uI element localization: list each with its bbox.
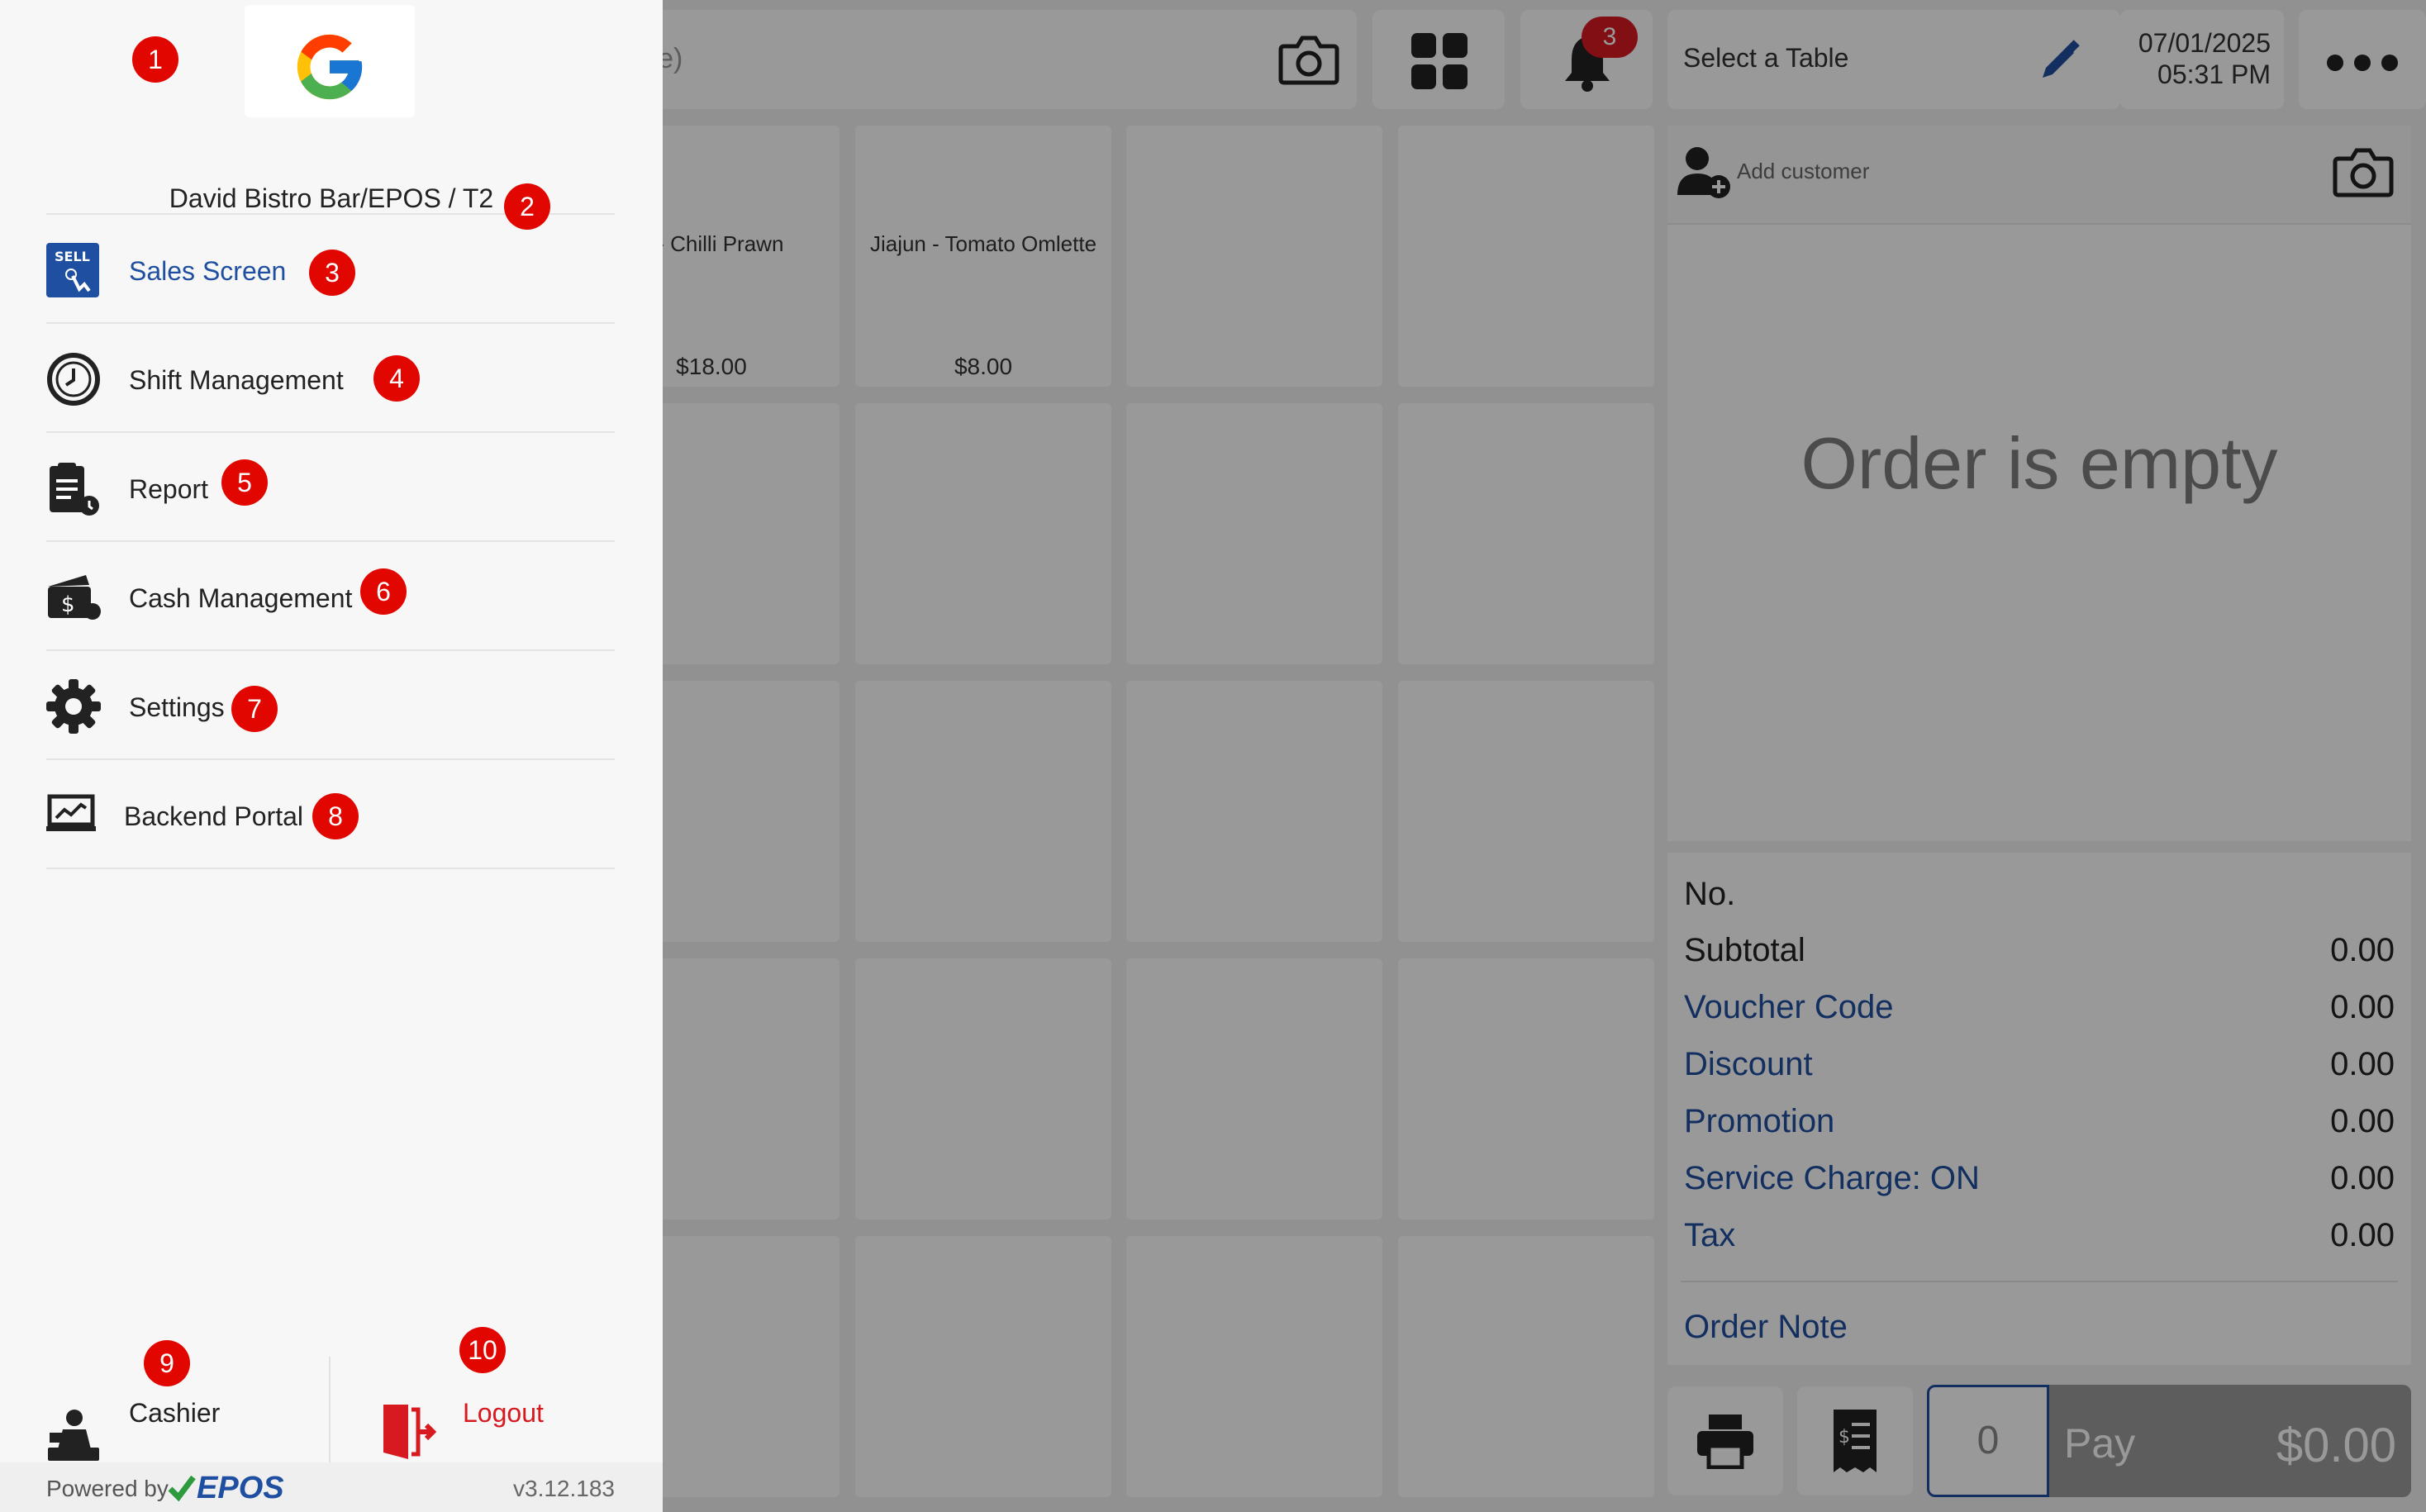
drawer-footer xyxy=(0,1347,663,1462)
logout-icon xyxy=(383,1405,437,1459)
menu-label: Report xyxy=(129,474,209,504)
cashier-icon xyxy=(48,1410,99,1461)
menu-item-cash-management[interactable]: $ Cash Management xyxy=(46,544,615,651)
menu-label: Shift Management xyxy=(129,365,344,395)
menu-item-settings[interactable]: Settings xyxy=(46,653,615,760)
svg-text:$: $ xyxy=(61,592,75,617)
menu-item-report[interactable]: Report xyxy=(46,435,615,542)
epos-check-icon xyxy=(168,1475,196,1502)
menu-label: Settings xyxy=(129,692,225,722)
menu-label: Cash Management xyxy=(129,583,353,613)
annotation-marker: 9 xyxy=(144,1340,190,1386)
annotation-marker: 7 xyxy=(231,686,278,732)
menu-label: Sales Screen xyxy=(129,256,287,286)
annotation-marker: 8 xyxy=(312,793,359,839)
report-icon xyxy=(50,463,99,516)
svg-text:SELL: SELL xyxy=(55,249,90,264)
gear-icon xyxy=(46,679,101,734)
store-logo xyxy=(245,5,415,117)
powered-by-bar: Powered by EPOS v3.12.183 xyxy=(0,1462,663,1512)
menu-item-shift-management[interactable]: Shift Management xyxy=(46,326,615,433)
annotation-marker: 3 xyxy=(309,250,355,296)
annotation-marker: 2 xyxy=(504,183,550,230)
annotation-marker: 6 xyxy=(360,568,407,615)
store-name: David Bistro Bar/EPOS / T2 xyxy=(169,183,494,213)
brand-logo: EPOS xyxy=(197,1471,284,1505)
monitor-chart-icon xyxy=(46,794,96,831)
google-logo-icon xyxy=(297,34,363,100)
sell-icon: SELL xyxy=(46,243,99,297)
logout-label: Logout xyxy=(463,1398,544,1428)
annotation-marker: 4 xyxy=(373,355,420,402)
version-label: v3.12.183 xyxy=(513,1476,615,1501)
footer-divider xyxy=(329,1357,331,1462)
cashier-label: Cashier xyxy=(129,1398,221,1428)
powered-by-label: Powered by xyxy=(46,1476,169,1501)
annotation-marker: 5 xyxy=(221,459,268,506)
cash-icon: $ xyxy=(48,575,101,620)
annotation-marker: 10 xyxy=(459,1327,506,1373)
menu-label: Backend Portal xyxy=(124,801,304,831)
side-drawer: David Bistro Bar/EPOS / T2 SELL Sales Sc… xyxy=(0,0,663,1512)
clock-icon xyxy=(47,353,100,406)
annotation-marker: 1 xyxy=(132,36,178,83)
